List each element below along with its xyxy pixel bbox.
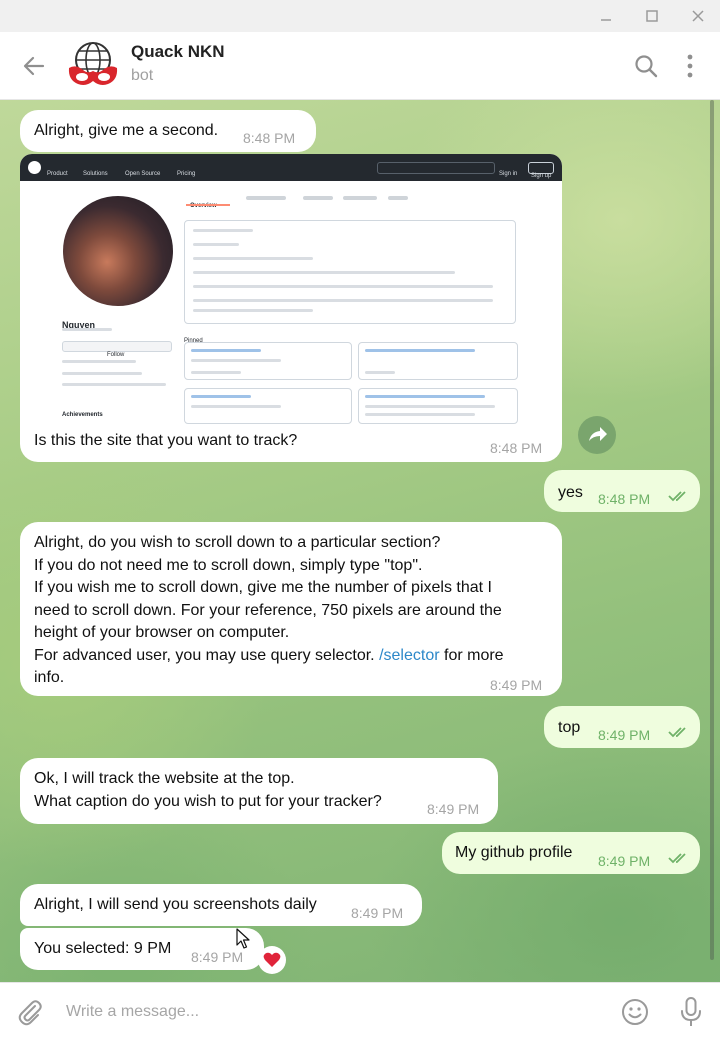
message-line: What caption do you wish to put for your… bbox=[34, 792, 382, 810]
message-input[interactable] bbox=[66, 999, 586, 1025]
readme-card bbox=[184, 220, 516, 324]
website-screenshot[interactable]: Product Solutions Open Source Pricing Si… bbox=[20, 154, 562, 424]
github-nav-item: Pricing bbox=[177, 171, 196, 177]
forward-button[interactable] bbox=[578, 416, 616, 454]
message-line: If you do not need me to scroll down, si… bbox=[34, 556, 423, 574]
text-placeholder bbox=[62, 328, 112, 331]
github-logo-icon bbox=[28, 161, 41, 174]
github-topbar: Product Solutions Open Source Pricing Si… bbox=[20, 154, 562, 181]
message-time: 8:48 PM bbox=[243, 130, 296, 146]
message-incoming[interactable]: Alright, give me a second. 8:48 PM bbox=[20, 110, 316, 152]
github-search bbox=[377, 162, 495, 174]
read-checks-icon bbox=[668, 491, 686, 502]
message-text: My github profile bbox=[455, 844, 573, 861]
message-line: Ok, I will track the website at the top. bbox=[34, 770, 295, 787]
message-line: For advanced user, you may use query sel… bbox=[34, 645, 504, 668]
maximize-icon[interactable] bbox=[630, 0, 674, 32]
message-outgoing[interactable]: top 8:49 PM bbox=[544, 706, 700, 748]
message-line: need to scroll down. For your reference,… bbox=[34, 601, 502, 619]
chat-subtitle: bot bbox=[131, 67, 154, 84]
message-line: info. bbox=[34, 669, 65, 686]
message-incoming[interactable]: Alright, I will send you screenshots dai… bbox=[20, 884, 422, 926]
message-line: If you wish me to scroll down, give me t… bbox=[34, 579, 492, 596]
message-line-text: For advanced user, you may use query sel… bbox=[34, 646, 380, 664]
tab-placeholder bbox=[343, 196, 377, 200]
tab-placeholder bbox=[303, 196, 333, 200]
tab-overview: Overview bbox=[190, 203, 217, 209]
message-line: height of your browser on computer. bbox=[34, 624, 290, 641]
message-incoming[interactable]: Ok, I will track the website at the top.… bbox=[20, 758, 498, 824]
message-incoming-photo[interactable]: Product Solutions Open Source Pricing Si… bbox=[20, 154, 562, 462]
window-titlebar bbox=[0, 0, 720, 32]
chat-history[interactable]: Alright, give me a second. 8:48 PM Produ… bbox=[0, 100, 720, 982]
message-text: Is this the site that you want to track? bbox=[34, 432, 298, 449]
message-time: 8:49 PM bbox=[598, 853, 651, 869]
github-sign-in: Sign in bbox=[499, 171, 518, 177]
text-placeholder bbox=[62, 372, 142, 375]
tab-placeholder bbox=[246, 196, 286, 200]
message-line: Alright, do you wish to scroll down to a… bbox=[34, 534, 441, 551]
chat-title[interactable]: Quack NKN bbox=[131, 42, 225, 62]
attach-icon[interactable] bbox=[16, 997, 44, 1027]
github-nav-item: Open Source bbox=[125, 171, 161, 177]
tab-placeholder bbox=[388, 196, 408, 200]
scrollbar[interactable] bbox=[710, 100, 714, 960]
message-outgoing[interactable]: My github profile 8:49 PM bbox=[442, 832, 700, 874]
back-arrow-icon[interactable] bbox=[18, 51, 50, 81]
microphone-icon[interactable] bbox=[678, 995, 704, 1029]
emoji-icon[interactable] bbox=[620, 997, 650, 1027]
profile-photo bbox=[63, 196, 173, 306]
close-icon[interactable] bbox=[676, 0, 720, 32]
more-vertical-icon[interactable] bbox=[680, 50, 700, 82]
github-sign-up: Sign up bbox=[528, 162, 554, 179]
follow-button: Follow bbox=[62, 341, 172, 358]
message-text: top bbox=[558, 719, 581, 736]
read-checks-icon bbox=[668, 727, 686, 738]
message-text: You selected: 9 PM bbox=[34, 940, 172, 957]
avatar[interactable] bbox=[66, 40, 120, 92]
selector-command-link[interactable]: /selector bbox=[379, 647, 439, 664]
message-composer bbox=[0, 982, 720, 1040]
message-time: 8:48 PM bbox=[598, 491, 651, 507]
pinned-repo-card bbox=[184, 342, 352, 380]
text-placeholder bbox=[62, 360, 136, 363]
message-time: 8:49 PM bbox=[598, 727, 651, 743]
github-sign-up-label: Sign up bbox=[531, 173, 552, 179]
text-placeholder bbox=[62, 383, 166, 386]
heart-icon[interactable] bbox=[258, 946, 286, 974]
achievements-heading: Achievements bbox=[62, 412, 103, 418]
pinned-repo-card bbox=[358, 342, 518, 380]
github-nav-item: Solutions bbox=[83, 171, 108, 177]
message-text: Alright, give me a second. bbox=[34, 122, 219, 139]
message-incoming[interactable]: Alright, do you wish to scroll down to a… bbox=[20, 522, 562, 696]
message-incoming[interactable]: You selected: 9 PM 8:49 PM bbox=[20, 928, 264, 970]
minimize-icon[interactable] bbox=[584, 0, 628, 32]
tab-underline bbox=[186, 204, 230, 206]
message-time: 8:49 PM bbox=[427, 801, 480, 817]
message-outgoing[interactable]: yes 8:48 PM bbox=[544, 470, 700, 512]
pinned-repo-card bbox=[184, 388, 352, 424]
read-checks-icon bbox=[668, 853, 686, 864]
message-time: 8:48 PM bbox=[490, 440, 543, 456]
github-nav-item: Product bbox=[47, 171, 68, 177]
search-icon[interactable] bbox=[632, 52, 660, 80]
message-line-text: for more bbox=[439, 646, 504, 664]
follow-label: Follow bbox=[107, 352, 125, 358]
profile-name: Nguyen bbox=[62, 320, 96, 330]
message-time: 8:49 PM bbox=[351, 905, 404, 921]
message-time: 8:49 PM bbox=[490, 677, 543, 693]
pinned-repo-card bbox=[358, 388, 518, 424]
message-text: yes bbox=[558, 484, 583, 501]
message-text: Alright, I will send you screenshots dai… bbox=[34, 896, 317, 913]
chat-header: Quack NKN bot bbox=[0, 32, 720, 100]
mouse-cursor-icon bbox=[236, 928, 250, 949]
